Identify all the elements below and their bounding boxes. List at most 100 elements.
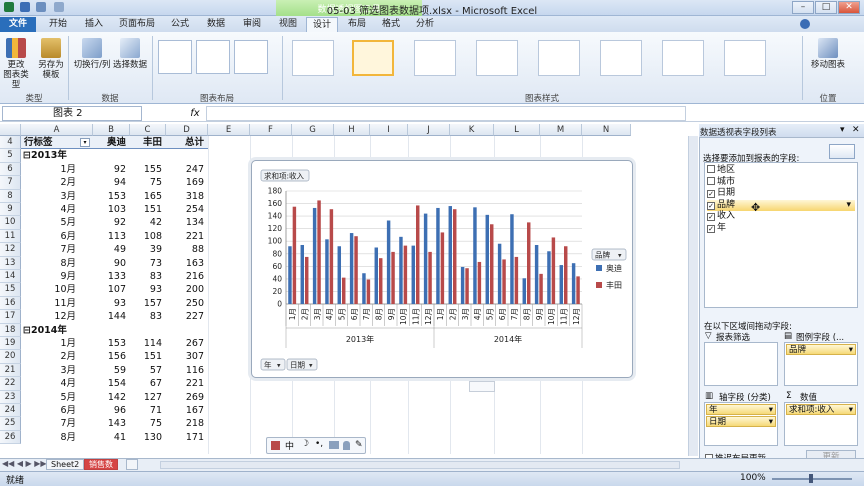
bar-toyota[interactable] [490,224,494,304]
year-group-label[interactable]: ⊟2014年 [23,324,93,337]
toyota-value[interactable]: 151 [130,350,162,363]
toyota-value[interactable]: 57 [130,364,162,377]
chart-resize-handle[interactable] [469,381,495,392]
toyota-value[interactable]: 67 [130,377,162,390]
total-value[interactable]: 307 [166,350,204,363]
toyota-value[interactable]: 83 [130,270,162,283]
new-sheet-icon[interactable] [126,459,138,470]
column-header[interactable]: C [130,124,166,136]
values-field-chip[interactable]: 求和项:收入 ▾ [786,404,856,415]
row-header[interactable]: 6 [0,162,21,177]
year-group-label[interactable]: ⊟2013年 [23,149,93,162]
audi-value[interactable]: 92 [93,216,126,229]
chart-layout-1[interactable] [158,40,192,74]
checkbox-icon[interactable]: ✓ [707,213,715,221]
toyota-value[interactable]: 108 [130,230,162,243]
bar-audi[interactable] [510,214,514,304]
toyota-value[interactable]: 165 [130,190,162,203]
chart-style-6[interactable] [600,40,642,76]
bar-toyota[interactable] [416,205,420,304]
bar-audi[interactable] [374,247,379,305]
chart-layout-3[interactable] [234,40,268,74]
bar-audi[interactable] [460,266,465,304]
toyota-value[interactable]: 127 [130,391,162,404]
column-header[interactable]: A [21,124,93,136]
total-value[interactable] [166,149,204,162]
month-label[interactable]: 6月 [24,230,76,243]
column-header[interactable]: N [582,124,631,136]
row-header[interactable]: 8 [0,189,21,203]
row-labels-header[interactable]: 行标签 [24,136,84,149]
audi-value[interactable]: 94 [93,176,126,189]
month-label[interactable]: 8月 [24,431,76,444]
checkbox-icon[interactable]: ✓ [707,190,715,198]
total-value[interactable]: 247 [166,163,204,176]
checkbox-icon[interactable] [707,165,715,173]
month-label[interactable]: 9月 [24,270,76,283]
month-label[interactable]: 8月 [24,257,76,270]
filter-dropdown-icon[interactable]: ▾ [80,138,90,147]
bar-toyota[interactable] [292,206,297,304]
bar-audi[interactable] [362,273,366,304]
total-value[interactable]: 171 [166,431,204,444]
column-header[interactable]: B [93,124,130,136]
bar-toyota[interactable] [465,268,469,304]
chart-style-5[interactable] [538,40,580,76]
bar-toyota[interactable] [329,209,334,304]
audi-value[interactable]: 93 [93,297,126,310]
save-icon[interactable] [20,2,30,12]
month-label[interactable]: 6月 [24,404,76,417]
audi-value[interactable] [93,324,126,337]
tab-page-layout[interactable]: 页面布局 [114,17,160,32]
column-header[interactable]: G [292,124,334,136]
chart-style-2[interactable] [352,40,394,76]
audi-value[interactable]: 144 [93,310,126,323]
toyota-value[interactable]: 157 [130,297,162,310]
total-value[interactable]: 88 [166,243,204,256]
redo-icon[interactable] [54,2,64,12]
chevron-down-icon[interactable]: ▾ [846,200,851,211]
field-layout-button[interactable] [829,144,855,159]
column-header[interactable]: L [494,124,540,136]
toyota-value[interactable]: 71 [130,404,162,417]
bar-toyota[interactable] [502,259,506,304]
row-header[interactable]: 23 [0,390,21,404]
field-item[interactable]: 地区 [707,165,735,176]
audi-value[interactable]: 142 [93,391,126,404]
change-chart-type-button[interactable]: 更改 图表类型 [2,38,30,90]
bar-audi[interactable] [485,214,490,304]
axis-field-chip[interactable]: 日期 ▾ [706,416,776,427]
total-value[interactable]: 216 [166,270,204,283]
row-header[interactable]: 14 [0,270,21,284]
tab-analyze[interactable]: 分析 [410,17,440,32]
total-value[interactable]: 221 [166,230,204,243]
chart-style-7[interactable] [662,40,704,76]
month-label[interactable]: 3月 [24,190,76,203]
total-value[interactable]: 318 [166,190,204,203]
bar-toyota[interactable] [564,246,568,304]
row-header[interactable]: 26 [0,430,21,445]
row-header[interactable]: 7 [0,176,21,190]
bar-toyota[interactable] [428,251,432,304]
bar-audi[interactable] [473,207,477,304]
toyota-value[interactable]: 75 [130,176,162,189]
bar-toyota[interactable] [539,273,543,304]
bar-toyota[interactable] [305,256,309,304]
checkbox-icon[interactable]: ✓ [707,224,715,233]
total-value[interactable] [166,324,204,337]
tab-file[interactable]: 文件 [0,17,36,32]
row-header[interactable]: 4 [0,136,21,150]
total-value[interactable]: 254 [166,203,204,216]
total-value[interactable]: 163 [166,257,204,270]
month-label[interactable]: 5月 [24,216,76,229]
bar-toyota[interactable] [453,209,457,304]
audi-value[interactable] [93,149,126,162]
row-header[interactable]: 20 [0,350,21,364]
chevron-down-icon[interactable]: ▾ [309,362,313,370]
chevron-down-icon[interactable]: ▾ [618,252,622,260]
bar-toyota[interactable] [342,277,346,304]
select-all-corner[interactable] [0,124,21,136]
row-header[interactable]: 9 [0,203,21,217]
switch-row-column-button[interactable]: 切换行/列 [72,38,112,70]
chart-layout-2[interactable] [196,40,230,74]
